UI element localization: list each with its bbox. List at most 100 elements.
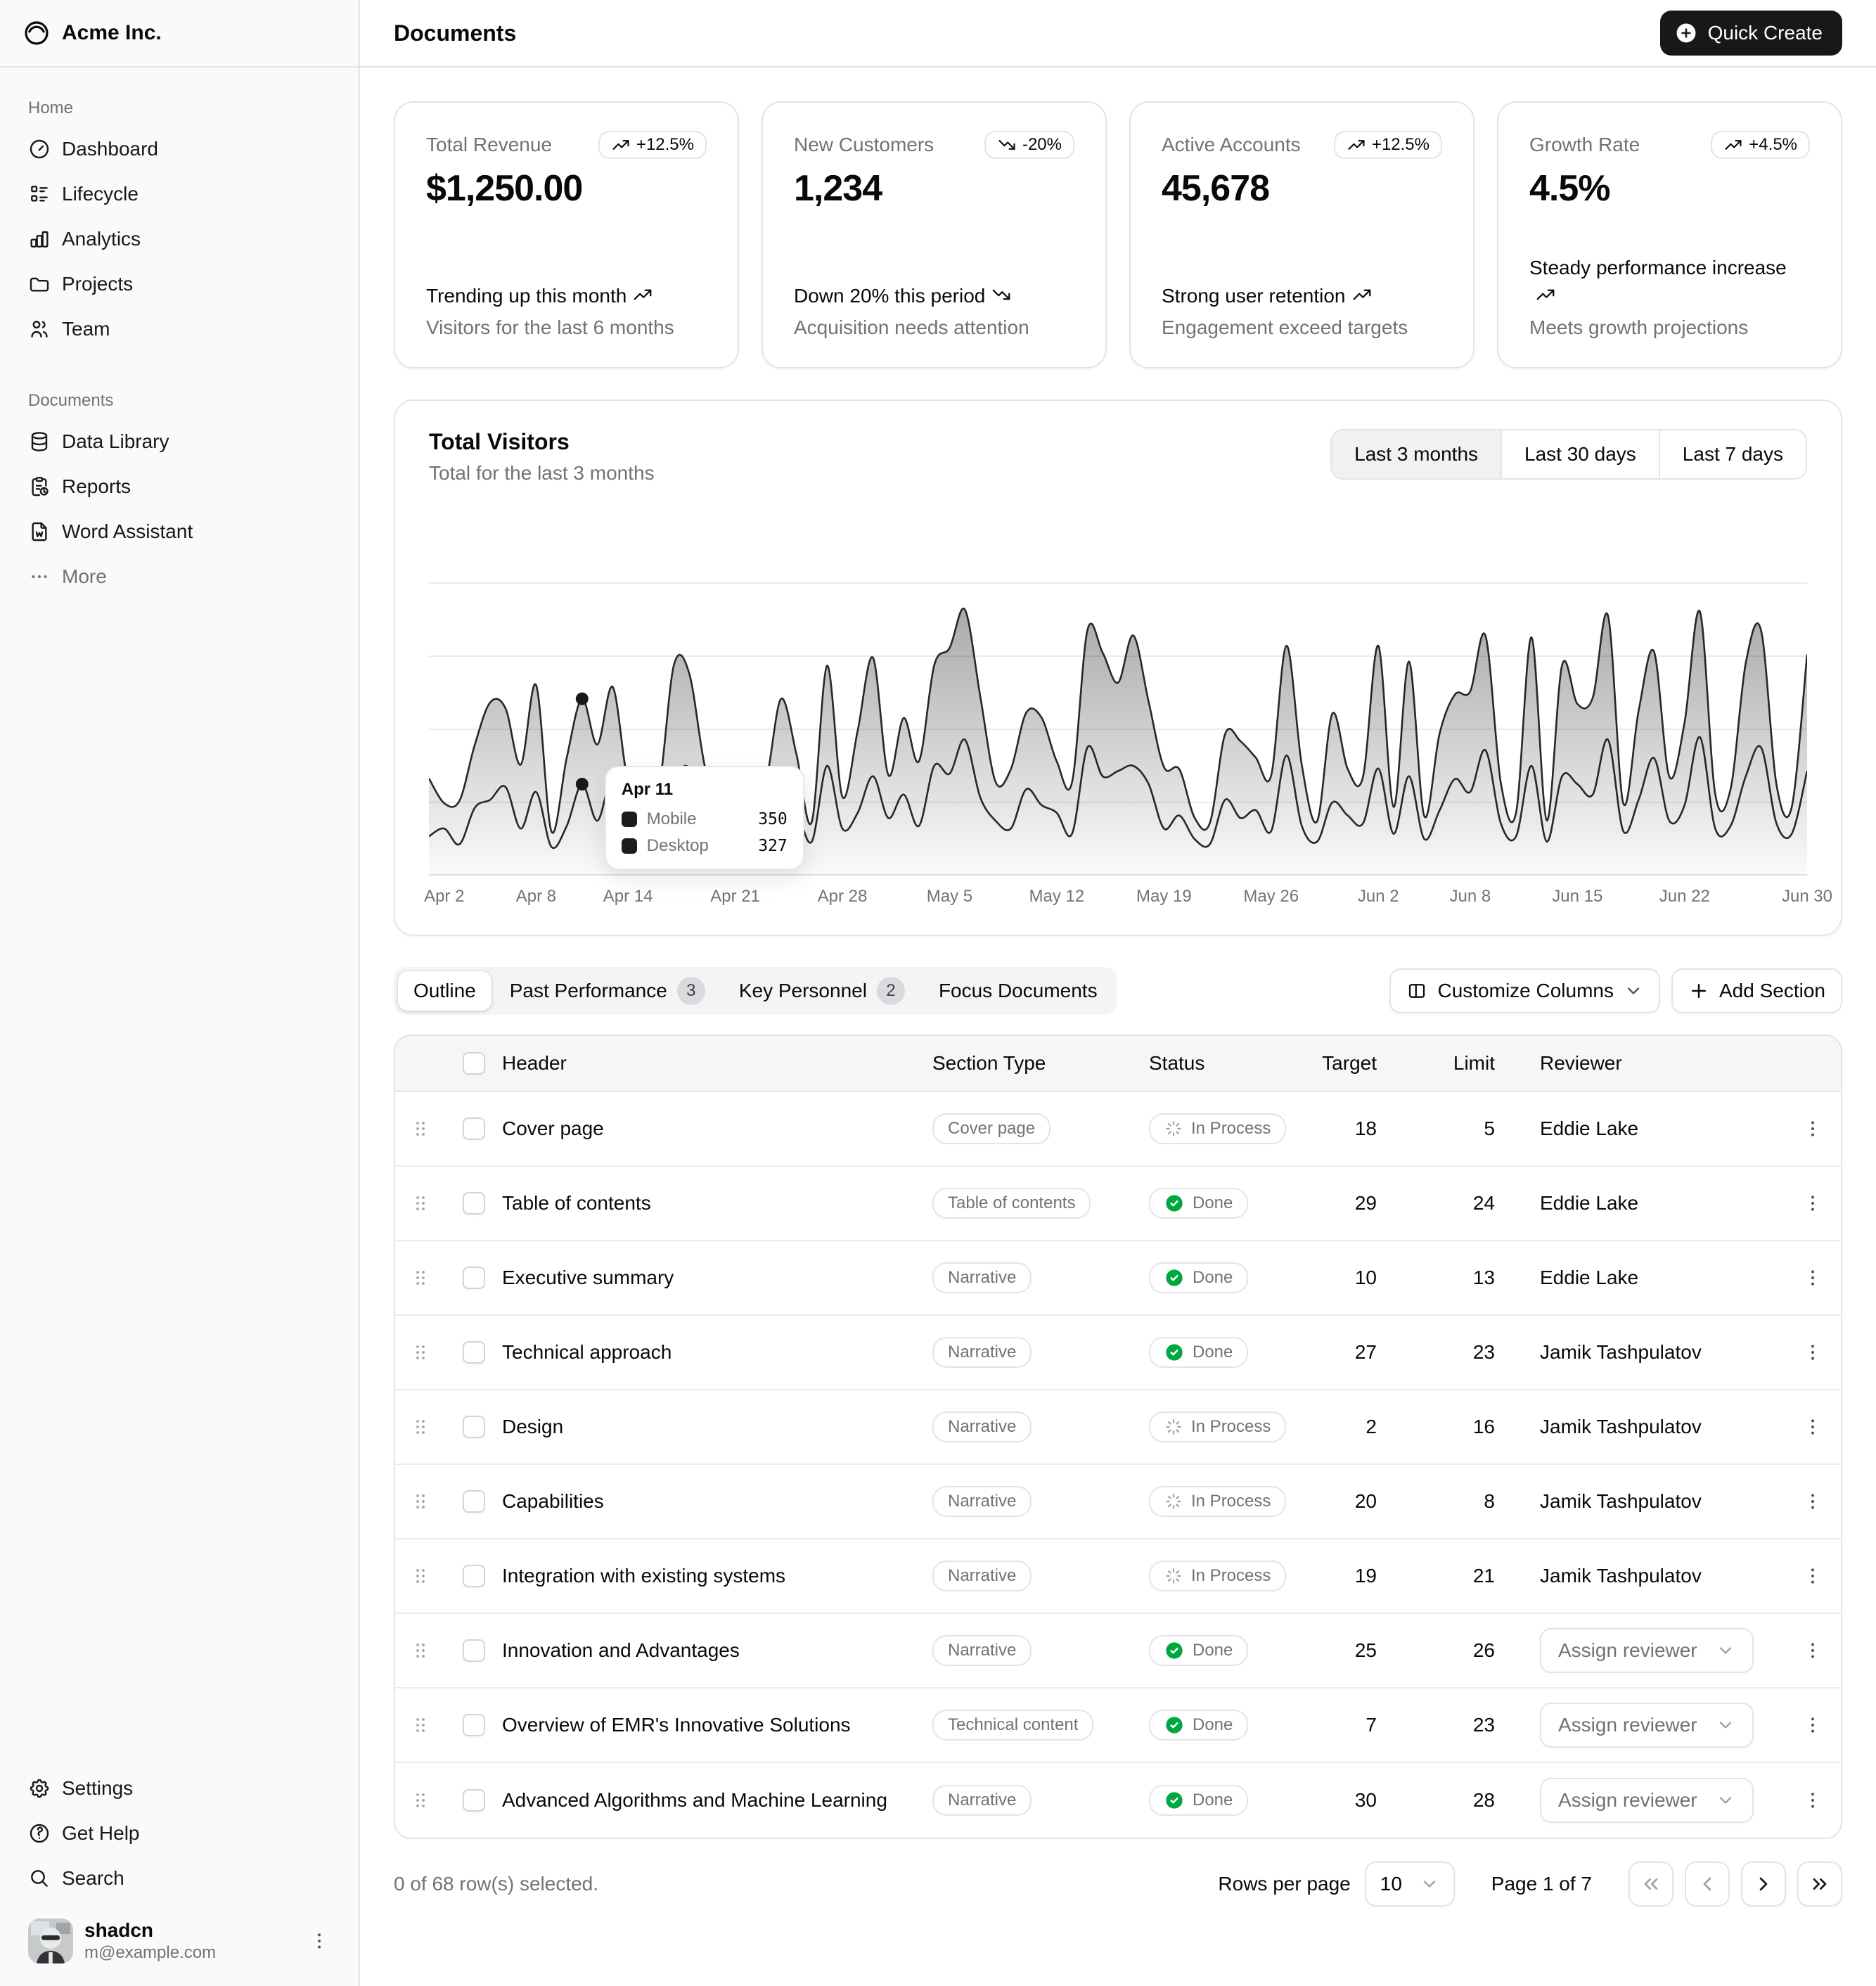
sidebar-item-settings[interactable]: Settings [17,1766,342,1811]
kebab-icon [1801,1341,1824,1364]
stat-card-title: New Customers [794,131,934,156]
drag-handle[interactable] [408,1563,433,1589]
row-header-link[interactable]: Integration with existing systems [502,1565,932,1587]
range-button-last-7-days[interactable]: Last 7 days [1659,430,1806,478]
add-section-button[interactable]: Add Section [1671,968,1842,1013]
sidebar-item-lifecycle[interactable]: Lifecycle [17,172,342,217]
kebab-icon [1801,1490,1824,1513]
stat-card-value: 4.5% [1529,167,1810,210]
chevron-right-icon [1752,1873,1775,1895]
kebab-icon [1801,1639,1824,1662]
limit-value: 16 [1399,1416,1517,1438]
next-page-button[interactable] [1741,1862,1786,1907]
row-checkbox[interactable] [463,1267,485,1289]
drag-handle[interactable] [408,1191,433,1216]
row-menu-button[interactable] [1793,1631,1832,1670]
row-menu-button[interactable] [1793,1407,1832,1447]
tab-past-performance[interactable]: Past Performance3 [494,971,721,1011]
last-page-button[interactable] [1797,1862,1842,1907]
row-header-link[interactable]: Advanced Algorithms and Machine Learning [502,1789,932,1812]
row-checkbox[interactable] [463,1192,485,1215]
sidebar-item-more[interactable]: More [17,554,342,599]
check-circle-icon [1164,1790,1184,1810]
row-menu-button[interactable] [1793,1258,1832,1298]
row-checkbox[interactable] [463,1639,485,1662]
drag-handle[interactable] [408,1712,433,1738]
settings-icon [28,1777,51,1800]
stat-card-title: Active Accounts [1162,131,1301,156]
brand-menu[interactable]: Acme Inc. [0,0,359,68]
row-checkbox[interactable] [463,1117,485,1140]
sidebar-item-projects[interactable]: Projects [17,262,342,307]
user-menu[interactable]: shadcn m@example.com [17,1909,342,1972]
row-header-link[interactable]: Cover page [502,1117,932,1140]
sidebar-item-word-assistant[interactable]: Word Assistant [17,509,342,554]
row-menu-button[interactable] [1793,1482,1832,1521]
stat-card-subtext: Acquisition needs attention [794,316,1074,339]
x-axis-tick: Apr 8 [516,887,556,906]
drag-handle[interactable] [408,1116,433,1141]
kebab-icon [1801,1416,1824,1438]
customize-columns-button[interactable]: Customize Columns [1389,968,1660,1013]
brand-name: Acme Inc. [62,21,162,45]
drag-handle[interactable] [408,1340,433,1365]
sidebar-item-team[interactable]: Team [17,307,342,352]
select-all-checkbox[interactable] [463,1052,485,1075]
sidebar-item-dashboard[interactable]: Dashboard [17,127,342,172]
sidebar-item-data-library[interactable]: Data Library [17,419,342,464]
row-header-link[interactable]: Overview of EMR's Innovative Solutions [502,1714,932,1736]
tab-focus-documents[interactable]: Focus Documents [923,971,1113,1011]
row-menu-button[interactable] [1793,1556,1832,1596]
assign-reviewer-select[interactable]: Assign reviewer [1540,1778,1754,1823]
drag-handle[interactable] [408,1638,433,1663]
assign-reviewer-select[interactable]: Assign reviewer [1540,1628,1754,1673]
sidebar-item-analytics[interactable]: Analytics [17,217,342,262]
row-checkbox[interactable] [463,1714,485,1736]
row-checkbox[interactable] [463,1565,485,1587]
drag-handle[interactable] [408,1414,433,1440]
row-menu-button[interactable] [1793,1184,1832,1223]
sidebar-item-reports[interactable]: Reports [17,464,342,509]
assign-reviewer-select[interactable]: Assign reviewer [1540,1703,1754,1748]
range-button-last-30-days[interactable]: Last 30 days [1501,430,1659,478]
row-header-link[interactable]: Table of contents [502,1192,932,1215]
row-menu-button[interactable] [1793,1705,1832,1745]
row-checkbox[interactable] [463,1490,485,1513]
sidebar-item-label: Settings [62,1777,133,1800]
columns-icon [1406,980,1427,1001]
row-menu-button[interactable] [1793,1109,1832,1148]
stat-card-title: Growth Rate [1529,131,1640,156]
row-header-link[interactable]: Executive summary [502,1267,932,1289]
rows-per-page-select[interactable]: 10 [1365,1862,1455,1907]
quick-create-button[interactable]: Quick Create [1660,11,1842,56]
trend-badge-value: +12.5% [636,135,694,155]
area-chart: Apr 11 Mobile 350 Desktop 327 [429,510,1807,876]
drag-handle[interactable] [408,1265,433,1290]
row-checkbox[interactable] [463,1789,485,1812]
row-checkbox[interactable] [463,1416,485,1438]
first-page-button[interactable] [1628,1862,1673,1907]
row-menu-button[interactable] [1793,1333,1832,1372]
tab-key-personnel[interactable]: Key Personnel2 [724,971,920,1011]
tab-outline[interactable]: Outline [398,971,492,1011]
range-button-last-3-months[interactable]: Last 3 months [1332,430,1501,478]
previous-page-button[interactable] [1685,1862,1730,1907]
trend-badge: +4.5% [1711,131,1810,159]
lifecycle-icon [28,183,51,205]
drag-handle[interactable] [408,1788,433,1813]
sidebar-item-get-help[interactable]: Get Help [17,1811,342,1856]
target-value: 7 [1298,1714,1399,1736]
row-header-link[interactable]: Design [502,1416,932,1438]
sidebar-item-search[interactable]: Search [17,1856,342,1901]
row-menu-button[interactable] [1793,1781,1832,1820]
reviewer-name: Jamik Tashpulatov [1540,1490,1702,1512]
stat-card-trend-text: Strong user retention [1162,282,1442,311]
row-header-link[interactable]: Technical approach [502,1341,932,1364]
tab-count-badge: 3 [677,977,705,1005]
row-header-link[interactable]: Capabilities [502,1490,932,1513]
stat-card-trend-text: Steady performance increase [1529,254,1810,311]
row-checkbox[interactable] [463,1341,485,1364]
reviewer-name: Jamik Tashpulatov [1540,1565,1702,1587]
row-header-link[interactable]: Innovation and Advantages [502,1639,932,1662]
drag-handle[interactable] [408,1489,433,1514]
